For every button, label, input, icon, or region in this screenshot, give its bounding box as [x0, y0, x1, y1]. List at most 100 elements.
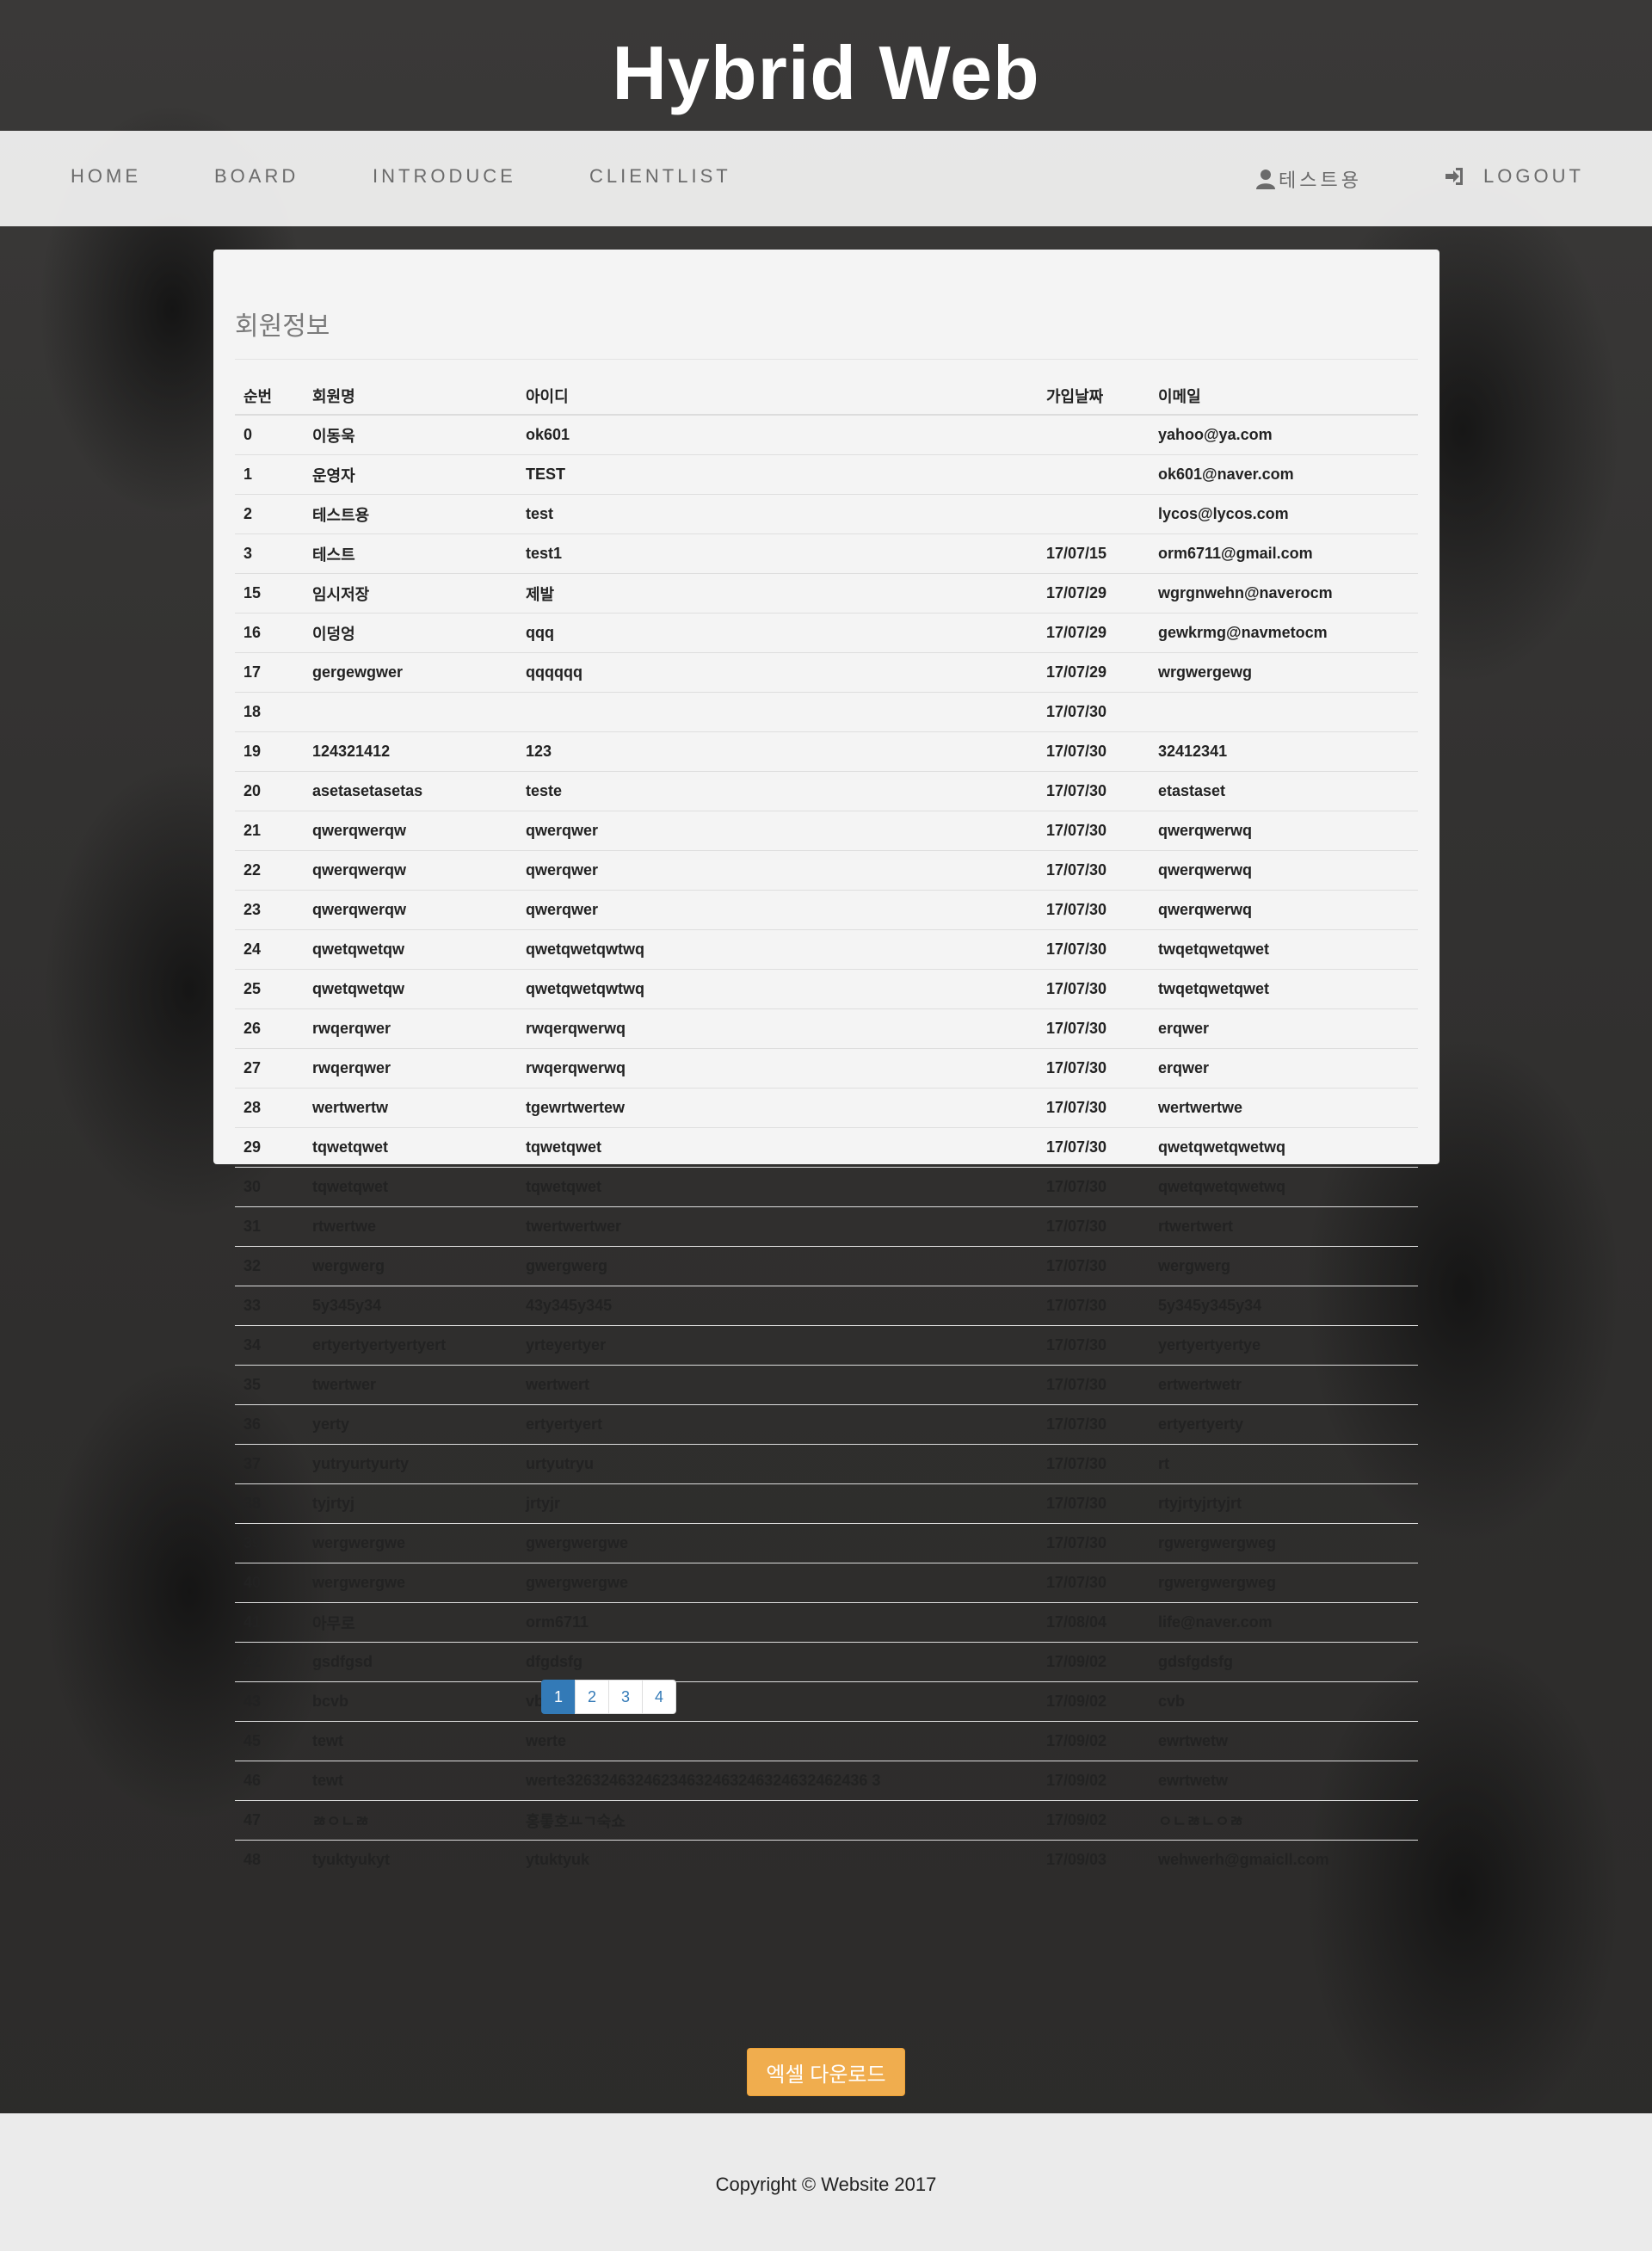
- table-row: 40 wergwergwe gwergwergwe 17/07/30 rgwergwer…: [235, 1563, 1418, 1603]
- cell-id: tgewrtwertew: [517, 1088, 1038, 1128]
- cell-id: rwqerqwerwq: [517, 1008, 1038, 1049]
- cell-date: [1038, 494, 1150, 534]
- table-row: 34 ertyertyertyertyert yrteyertyer 17/07/30…: [235, 1325, 1418, 1366]
- cell-name: 임시저장: [304, 573, 517, 614]
- table-row: 42 gsdfgsd dfgdsfg 17/09/02 gdsfgdsfg: [235, 1642, 1418, 1682]
- cell-no: 37: [235, 1444, 304, 1484]
- cell-date: 17/07/29: [1038, 613, 1150, 653]
- cell-id: urtyutryu: [517, 1444, 1038, 1484]
- cell-date: 17/07/30: [1038, 811, 1150, 851]
- cell-no: 22: [235, 850, 304, 891]
- table-row: 24 qwetqwetqw qwetqwetqwtwq 17/07/30 twqetqw…: [235, 929, 1418, 970]
- cell-id: gwergwergwe: [517, 1563, 1038, 1603]
- cell-id: qwerqwer: [517, 890, 1038, 930]
- excel-download-button[interactable]: 엑셀 다운로드: [747, 2048, 905, 2096]
- table-row: 35 twertwer wertwert 17/07/30 ertwertwetr: [235, 1365, 1418, 1405]
- cell-email: 32412341: [1150, 731, 1418, 772]
- nav-user-link[interactable]: 테스트용: [1256, 165, 1362, 193]
- cell-email: ewrtwetw: [1150, 1761, 1418, 1801]
- cell-date: 17/07/30: [1038, 1088, 1150, 1128]
- cell-email: ㅇㄴㅀㄴㅇㅀ: [1150, 1800, 1418, 1841]
- table-row: 38 tyjrtyj jrtyjr 17/07/30 rtyjrtyjrtyjrt: [235, 1483, 1418, 1524]
- table-row: 39 wergwergwe gwergwergwe 17/07/30 rgwergwer…: [235, 1523, 1418, 1563]
- cell-email: erqwer: [1150, 1048, 1418, 1088]
- cell-name: tqwetqwet: [304, 1127, 517, 1168]
- table-row: 25 qwetqwetqw qwetqwetqwtwq 17/07/30 twqetqw…: [235, 969, 1418, 1009]
- table-row: 29 tqwetqwet tqwetqwet 17/07/30 qwetqwetqwet…: [235, 1127, 1418, 1168]
- nav-home-link[interactable]: HOME: [71, 165, 141, 188]
- nav-logout-link[interactable]: LOGOUT: [1444, 165, 1584, 188]
- nav-board-link[interactable]: BOARD: [214, 165, 299, 188]
- cell-id: qwetqwetqwtwq: [517, 969, 1038, 1009]
- cell-id: qwerqwer: [517, 850, 1038, 891]
- table-row: 18 17/07/30: [235, 692, 1418, 732]
- header-no: 순번: [235, 377, 304, 416]
- cell-no: 26: [235, 1008, 304, 1049]
- cell-email: rgwergwergweg: [1150, 1523, 1418, 1563]
- cell-date: 17/07/30: [1038, 1483, 1150, 1524]
- cell-id: tqwetqwet: [517, 1127, 1038, 1168]
- page-button-4[interactable]: 4: [642, 1680, 676, 1714]
- site-title: Hybrid Web: [612, 30, 1040, 115]
- cell-id: ertyertyert: [517, 1404, 1038, 1445]
- table-row: 41 아무로 orm6711 17/08/04 life@naver.com: [235, 1602, 1418, 1643]
- cell-id: jrtyjr: [517, 1483, 1038, 1524]
- table-row: 20 asetasetasetas teste 17/07/30 etastaset: [235, 771, 1418, 811]
- cell-date: 17/07/30: [1038, 1404, 1150, 1445]
- cell-date: 17/07/30: [1038, 1008, 1150, 1049]
- cell-id: 홍롷호ㅛㄱ숙쇼: [517, 1800, 1038, 1841]
- cell-name: qwerqwerqw: [304, 890, 517, 930]
- cell-date: 17/07/30: [1038, 890, 1150, 930]
- table-row: 1 운영자 TEST ok601@naver.com: [235, 454, 1418, 495]
- cell-no: 19: [235, 731, 304, 772]
- table-row: 22 qwerqwerqw qwerqwer 17/07/30 qwerqwerwq: [235, 850, 1418, 891]
- cell-name: 운영자: [304, 454, 517, 495]
- cell-id: 43y345y345: [517, 1286, 1038, 1326]
- nav-clientlist-link[interactable]: CLIENTLIST: [589, 165, 731, 188]
- nav-introduce-link[interactable]: INTRODUCE: [373, 165, 516, 188]
- cell-email: yahoo@ya.com: [1150, 414, 1418, 455]
- cell-name: tewt: [304, 1761, 517, 1801]
- cell-email: qwetqwetqwetwq: [1150, 1127, 1418, 1168]
- cell-name: 이덩엉: [304, 613, 517, 653]
- cell-no: 3: [235, 533, 304, 574]
- cell-name: 아무로: [304, 1602, 517, 1643]
- table-row: 27 rwqerqwer rwqerqwerwq 17/07/30 erqwer: [235, 1048, 1418, 1088]
- cell-name: qwerqwerqw: [304, 850, 517, 891]
- cell-id: orm6711: [517, 1602, 1038, 1643]
- cell-no: 20: [235, 771, 304, 811]
- cell-id: yrteyertyer: [517, 1325, 1038, 1366]
- table-row: 47 ㅀㅇㄴㅀ 홍롷호ㅛㄱ숙쇼 17/09/02 ㅇㄴㅀㄴㅇㅀ: [235, 1800, 1418, 1841]
- cell-no: 32: [235, 1246, 304, 1286]
- table-row: 43 bcvb vb 17/09/02 cvb: [235, 1681, 1418, 1722]
- cell-name: wergwergwe: [304, 1523, 517, 1563]
- page-button-3[interactable]: 3: [608, 1680, 643, 1714]
- cell-date: 17/07/30: [1038, 1286, 1150, 1326]
- cell-date: 17/09/02: [1038, 1642, 1150, 1682]
- table-row: 30 tqwetqwet tqwetqwet 17/07/30 qwetqwetqwet…: [235, 1167, 1418, 1207]
- cell-id: teste: [517, 771, 1038, 811]
- cell-name: tewt: [304, 1721, 517, 1761]
- cell-no: 25: [235, 969, 304, 1009]
- page-button-2[interactable]: 2: [575, 1680, 609, 1714]
- cell-no: 38: [235, 1483, 304, 1524]
- cell-no: 27: [235, 1048, 304, 1088]
- cell-id: test1: [517, 533, 1038, 574]
- cell-email: rt: [1150, 1444, 1418, 1484]
- table-row: 32 wergwerg gwergwerg 17/07/30 wergwerg: [235, 1246, 1418, 1286]
- cell-id: werte: [517, 1721, 1038, 1761]
- cell-email: wergwerg: [1150, 1246, 1418, 1286]
- table-row: 31 rtwertwe twertwertwer 17/07/30 rtwertwert: [235, 1206, 1418, 1247]
- divider: [235, 359, 1418, 360]
- table-row: 2 테스트용 test lycos@lycos.com: [235, 494, 1418, 534]
- cell-name: yerty: [304, 1404, 517, 1445]
- cell-id: TEST: [517, 454, 1038, 495]
- page-button-1[interactable]: 1: [541, 1680, 576, 1714]
- table-row: 45 tewt werte 17/09/02 ewrtwetw: [235, 1721, 1418, 1761]
- cell-email: rgwergwergweg: [1150, 1563, 1418, 1603]
- table-row: 19 124321412 123 17/07/30 32412341: [235, 731, 1418, 772]
- cell-name: qwerqwerqw: [304, 811, 517, 851]
- log-in-icon: [1444, 167, 1464, 186]
- cell-id: test: [517, 494, 1038, 534]
- cell-name: rwqerqwer: [304, 1048, 517, 1088]
